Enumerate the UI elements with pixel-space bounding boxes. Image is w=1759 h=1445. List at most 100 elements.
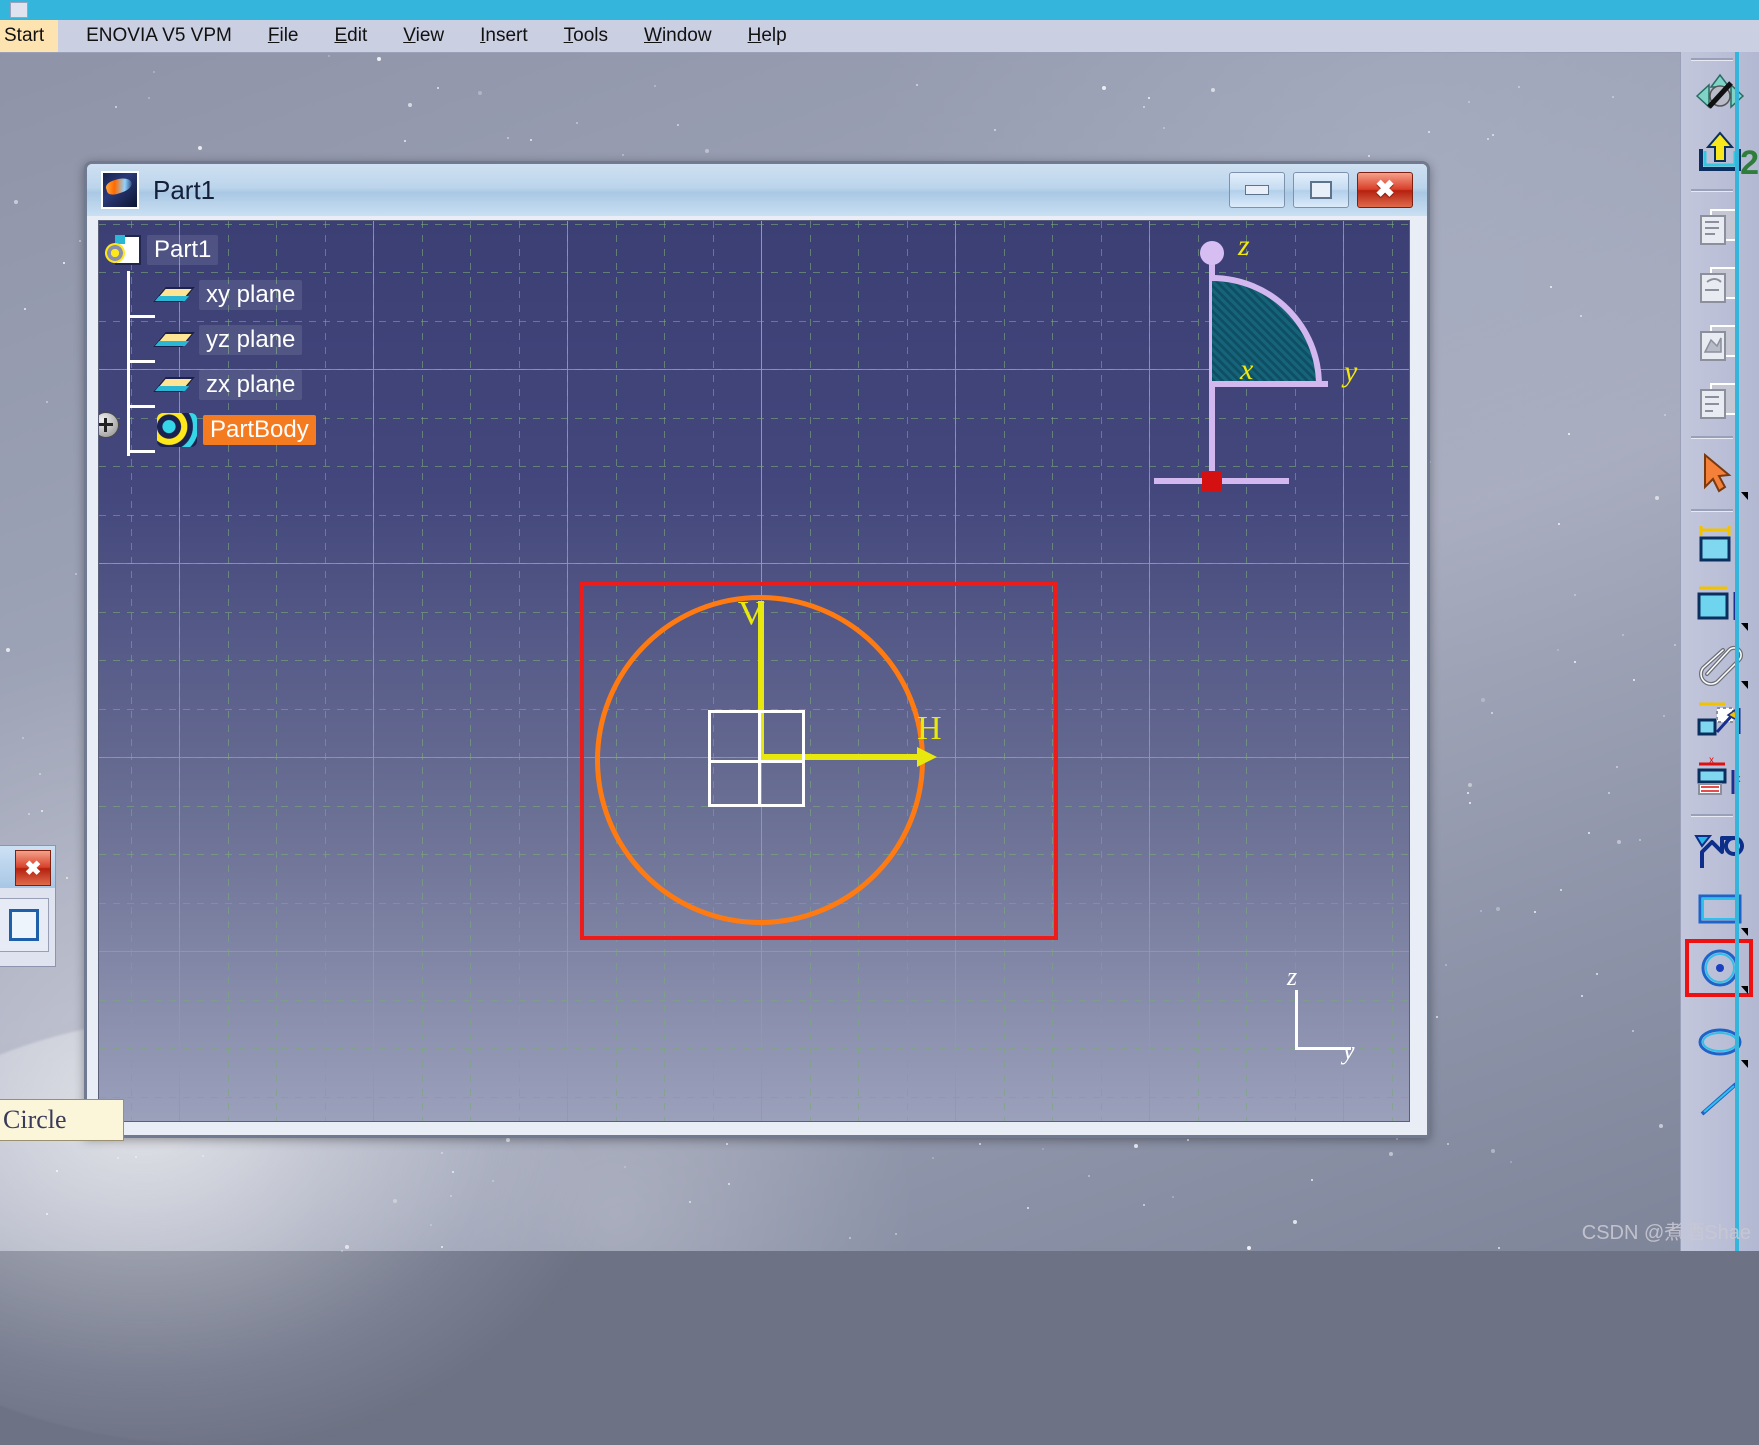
tree-node-root[interactable]: Part1 <box>105 227 407 272</box>
expand-plus-icon[interactable] <box>99 412 119 438</box>
h-axis-label: H <box>917 710 942 747</box>
constraint-defined-icon[interactable] <box>1691 576 1749 634</box>
mini-panel-tool-button[interactable] <box>0 898 49 952</box>
dropdown-arrow-icon[interactable] <box>1741 623 1748 631</box>
menu-item-view[interactable]: View <box>385 25 462 47</box>
grid-line-horizontal-major <box>99 951 1409 952</box>
menu-item-insert[interactable]: Insert <box>462 25 546 47</box>
line-icon[interactable] <box>1691 1071 1749 1129</box>
menu-app-label[interactable]: ENOVIA V5 VPM <box>68 25 250 47</box>
menu-help-rest: elp <box>761 25 787 46</box>
minimize-button[interactable] <box>1229 172 1285 208</box>
square-icon <box>9 909 39 941</box>
constraint-dialog-icon[interactable] <box>1691 692 1749 750</box>
mini-axis-y-label: y <box>1343 1036 1355 1065</box>
menu-view-rest: iew <box>415 25 445 46</box>
grid-line-vertical <box>470 221 471 1121</box>
watermark: CSDN @煮酒Shae <box>1581 1222 1751 1244</box>
dropdown-arrow-icon[interactable] <box>1741 681 1748 689</box>
menu-item-help[interactable]: Help <box>730 25 805 47</box>
tree-node-label: PartBody <box>203 414 316 445</box>
green-badge: 2 <box>1740 144 1759 182</box>
close-button[interactable]: ✖ <box>1357 172 1413 208</box>
dropdown-arrow-icon[interactable] <box>1741 1060 1748 1068</box>
compass-quadrant[interactable] <box>1212 275 1322 385</box>
svg-text:x: x <box>1709 756 1714 766</box>
toolbar-separator <box>1691 436 1733 439</box>
rectangle-icon[interactable] <box>1691 881 1749 939</box>
toolbar-blue-edge <box>1735 52 1739 1251</box>
specification-tree[interactable]: Part1 xy plane yz plane zx plane PartBod… <box>99 227 407 456</box>
apply-material-icon[interactable] <box>1691 67 1749 125</box>
window-title-bar[interactable]: Part1 ✖ <box>87 164 1427 216</box>
menu-item-edit[interactable]: Edit <box>316 25 385 47</box>
menu-bar[interactable]: Start ENOVIA V5 VPM File Edit View Inser… <box>0 20 1759 53</box>
tooltip-circle: Circle <box>0 1099 124 1141</box>
ellipse-icon[interactable] <box>1691 1013 1749 1071</box>
grid-line-horizontal-major <box>99 563 1409 564</box>
tree-node-label: xy plane <box>199 279 303 310</box>
3d-compass[interactable]: z x y <box>1154 229 1384 491</box>
catia-part-icon <box>101 171 139 209</box>
dropdown-arrow-icon[interactable] <box>1741 928 1748 936</box>
grid-line-horizontal <box>99 1000 1409 1001</box>
dropdown-arrow-icon[interactable] <box>1741 986 1748 994</box>
mini-panel-close-button[interactable]: ✖ <box>15 850 51 886</box>
maximize-button[interactable] <box>1293 172 1349 208</box>
grid-line-vertical <box>519 221 520 1121</box>
animate-constraint-icon[interactable]: x x <box>1691 750 1749 808</box>
tree-node-label: yz plane <box>199 324 303 355</box>
grid-line-horizontal <box>99 515 1409 516</box>
compass-quadrant-base <box>1212 381 1328 387</box>
start-label: Start <box>4 25 45 46</box>
sketch-cursor-box <box>708 710 805 807</box>
mini-panel-titlebar[interactable]: ✖ <box>0 846 55 888</box>
menu-window-rest: indow <box>661 25 712 46</box>
circle-tool-wrapper[interactable] <box>1681 939 1759 997</box>
topbar-square-icon <box>10 2 28 18</box>
menu-insert-rest: nsert <box>485 25 528 46</box>
circle-icon[interactable] <box>1691 939 1749 997</box>
compass-handle-icon[interactable] <box>1200 241 1224 265</box>
window-title: Part1 <box>153 174 216 205</box>
compass-origin-icon[interactable] <box>1202 471 1222 491</box>
toolbar-separator <box>1691 814 1733 817</box>
paperclip-icon[interactable] <box>1691 634 1749 692</box>
tree-node-partbody[interactable]: PartBody <box>99 407 407 452</box>
constraint-dim-icon[interactable] <box>1691 518 1749 576</box>
floating-mini-panel[interactable]: ✖ <box>0 845 56 967</box>
tree-node-zx-plane[interactable]: zx plane <box>107 362 407 407</box>
menu-item-tools[interactable]: Tools <box>546 25 626 47</box>
grid-line-vertical <box>1101 221 1102 1121</box>
right-toolbar[interactable]: x x <box>1680 52 1759 1251</box>
dropdown-arrow-icon[interactable] <box>1741 492 1748 500</box>
menu-item-file[interactable]: File <box>250 25 317 47</box>
tree-node-xy-plane[interactable]: xy plane <box>107 272 407 317</box>
copy-paste-2-icon[interactable] <box>1691 256 1749 314</box>
menu-item-window[interactable]: Window <box>626 25 730 47</box>
grid-line-horizontal <box>99 1048 1409 1049</box>
grid-line-horizontal <box>99 1097 1409 1098</box>
profile-icon[interactable] <box>1691 823 1749 881</box>
copy-paste-4-icon[interactable] <box>1691 372 1749 430</box>
plane-icon <box>152 376 196 394</box>
part-root-icon <box>105 234 141 265</box>
select-arrow-icon[interactable] <box>1691 445 1749 503</box>
grid-line-vertical <box>422 221 423 1121</box>
h-axis-arrow-icon <box>917 747 937 767</box>
start-button[interactable]: Start <box>0 20 59 52</box>
copy-paste-1-icon[interactable] <box>1691 198 1749 256</box>
grid-line-vertical <box>1392 221 1393 1121</box>
close-icon: ✖ <box>1374 176 1396 203</box>
tree-node-label: zx plane <box>199 369 303 400</box>
grid-line-vertical-major <box>1149 221 1150 1121</box>
v-axis-label: V <box>737 595 765 632</box>
grid-line-vertical-major <box>567 221 568 1121</box>
copy-paste-3-icon[interactable] <box>1691 314 1749 372</box>
3d-viewport[interactable]: Part1 xy plane yz plane zx plane PartBod… <box>98 220 1410 1122</box>
tree-node-yz-plane[interactable]: yz plane <box>107 317 407 362</box>
mini-axis-z-line <box>1295 990 1298 1050</box>
toolbar-separator <box>1691 509 1733 512</box>
tree-root-label: Part1 <box>147 234 219 265</box>
toolbar-separator <box>1691 58 1733 61</box>
